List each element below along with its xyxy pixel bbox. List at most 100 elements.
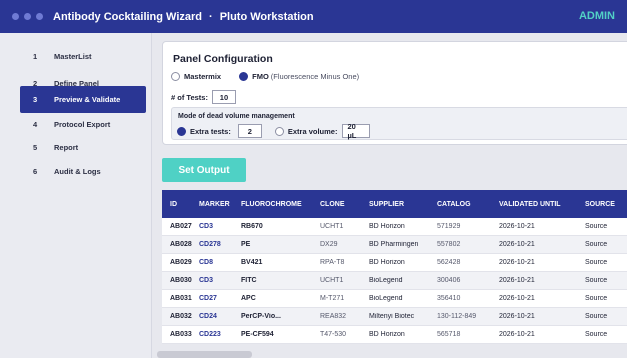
cell-catalog: 562428 [437, 259, 461, 266]
column-header-id[interactable]: ID [162, 201, 199, 208]
sidebar-item-label: Preview & Validate [54, 95, 121, 104]
table-row[interactable]: AB028 CD278 PE DX29 BD Pharmingen 557802 2026-… [162, 236, 627, 254]
cell-clone: M-T271 [320, 295, 345, 302]
fmo-sublabel: (Fluorescence Minus One) [270, 72, 360, 81]
cell-supplier: BD Pharmingen [369, 241, 419, 248]
cell-catalog: 356410 [437, 295, 461, 302]
cell-marker: CD3 [199, 277, 214, 284]
cell-validated-until: 2026-10-21 [499, 295, 535, 302]
table-row[interactable]: AB033 CD223 PE-CF594 T47-530 BD Horizon 56571… [162, 326, 627, 344]
extra-volume-input[interactable]: 20 µL [342, 122, 371, 140]
cell-fluorochrome: APC [241, 295, 256, 302]
panel-title: Panel Configuration [173, 53, 273, 65]
cell-marker: CD8 [199, 259, 214, 266]
cell-marker: CD27 [199, 295, 217, 302]
table-row[interactable]: AB031 CD27 APC M-T271 BioLegend 356410 2026-10… [162, 290, 627, 308]
cell-catalog: 557802 [437, 241, 461, 248]
cell-catalog: 130-112-849 [437, 313, 477, 320]
set-output-button[interactable]: Set Output [162, 158, 246, 182]
cell-id: AB031 [170, 295, 192, 302]
cell-id: AB027 [170, 223, 192, 230]
cell-supplier: BD Horizon [369, 331, 405, 338]
sidebar-item-label: Audit & Logs [54, 167, 101, 176]
cell-supplier: BioLegend [369, 277, 403, 284]
cell-id: AB028 [170, 241, 192, 248]
column-header-source[interactable]: SOURCE [585, 201, 625, 208]
sidebar-item-masterlist[interactable]: 1 MasterList [20, 43, 146, 70]
cell-fluorochrome: PerCP-Vio... [241, 313, 281, 320]
title-separator: · [209, 10, 213, 23]
step-number: 6 [33, 167, 38, 176]
sidebar-item-label: Protocol Export [54, 120, 111, 129]
cell-fluorochrome: FITC [241, 277, 257, 284]
table-row[interactable]: AB027 CD3 RB670 UCHT1 BD Horizon 571929 2026-1… [162, 218, 627, 236]
extra-tests-label[interactable]: Extra tests: [190, 127, 231, 136]
cell-clone: REA832 [320, 313, 347, 320]
cell-catalog: 565718 [437, 331, 461, 338]
horizontal-scrollbar[interactable] [157, 351, 252, 358]
cell-clone: T47-530 [320, 331, 347, 338]
mastermix-radio[interactable] [171, 72, 180, 81]
cell-supplier: Miltenyi Biotec [369, 313, 415, 320]
column-header-validated-until[interactable]: VALIDATED UNTIL [499, 201, 585, 208]
step-number: 5 [33, 143, 38, 152]
cell-validated-until: 2026-10-21 [499, 259, 535, 266]
table-row[interactable]: AB029 CD8 BV421 RPA-T8 BD Horizon 562428 2026-… [162, 254, 627, 272]
panel-configuration: Panel Configuration Mastermix FMO (Fluor… [162, 41, 627, 145]
column-header-fluorochrome[interactable]: FLUOROCHROME [241, 201, 320, 208]
step-number: 3 [33, 95, 38, 104]
cell-clone: DX29 [320, 241, 338, 248]
cell-validated-until: 2026-10-21 [499, 313, 535, 320]
window-controls [12, 13, 43, 20]
table-row[interactable]: AB030 CD3 FITC UCHT1 BioLegend 300406 2026-10-… [162, 272, 627, 290]
fmo-radio[interactable] [239, 72, 249, 81]
cell-supplier: BD Horizon [369, 259, 405, 266]
sidebar-item-report[interactable]: 5 Report [20, 134, 146, 161]
cell-source: Source [585, 295, 608, 302]
column-header-catalog[interactable]: CATALOG [437, 201, 499, 208]
fmo-label[interactable]: FMO [252, 72, 269, 81]
app-title: Antibody Cocktailing Wizard [53, 10, 203, 23]
tests-input[interactable]: 10 [211, 90, 236, 104]
extra-volume-radio[interactable] [274, 126, 284, 136]
column-header-clone[interactable]: CLONE [320, 201, 369, 208]
sidebar-item-audit-logs[interactable]: 6 Audit & Logs [20, 158, 146, 185]
title-bar: Antibody Cocktailing Wizard · Pluto Work… [0, 0, 627, 33]
extra-volume-label[interactable]: Extra volume: [288, 127, 338, 136]
step-number: 4 [33, 120, 38, 129]
cell-clone: UCHT1 [320, 223, 344, 230]
cell-validated-until: 2026-10-21 [499, 223, 535, 230]
sidebar-item-preview-validate[interactable]: 3 Preview & Validate [20, 86, 146, 113]
column-header-supplier[interactable]: SUPPLIER [369, 201, 437, 208]
window-dot-3[interactable] [36, 13, 43, 20]
cell-marker: CD278 [199, 241, 221, 248]
cell-fluorochrome: RB670 [241, 223, 263, 230]
mastermix-label[interactable]: Mastermix [184, 72, 221, 81]
cell-clone: RPA-T8 [320, 259, 345, 266]
column-header-marker[interactable]: MARKER [199, 201, 241, 208]
extra-tests-input[interactable]: 2 [237, 124, 262, 138]
cell-fluorochrome: PE-CF594 [241, 331, 274, 338]
mode-radio-group: Mastermix FMO (Fluorescence Minus One) [171, 72, 359, 81]
table-header: ID MARKER FLUOROCHROME CLONE SUPPLIER CA… [162, 190, 627, 218]
workstation-name: Pluto Workstation [219, 10, 314, 23]
step-number: 1 [33, 52, 38, 61]
cell-fluorochrome: BV421 [241, 259, 263, 266]
cell-id: AB030 [170, 277, 192, 284]
extra-tests-radio[interactable] [177, 126, 186, 136]
tests-row: # of Tests: 10 [171, 90, 236, 104]
table-row[interactable]: AB032 CD24 PerCP-Vio... REA832 Miltenyi Biot… [162, 308, 627, 326]
cell-catalog: 300406 [437, 277, 461, 284]
user-role-badge[interactable]: ADMIN [579, 10, 615, 22]
cell-source: Source [585, 277, 608, 284]
cell-id: AB033 [170, 331, 192, 338]
dead-volume-panel: Mode of dead volume management Extra tes… [171, 107, 627, 140]
antibody-table: ID MARKER FLUOROCHROME CLONE SUPPLIER CA… [162, 190, 627, 345]
cell-source: Source [585, 313, 608, 320]
tests-label: # of Tests: [171, 92, 208, 102]
cell-supplier: BioLegend [369, 295, 403, 302]
cell-validated-until: 2026-10-21 [499, 331, 535, 338]
window-dot-1[interactable] [12, 13, 19, 20]
window-dot-2[interactable] [24, 13, 31, 20]
cell-marker: CD3 [199, 223, 214, 230]
